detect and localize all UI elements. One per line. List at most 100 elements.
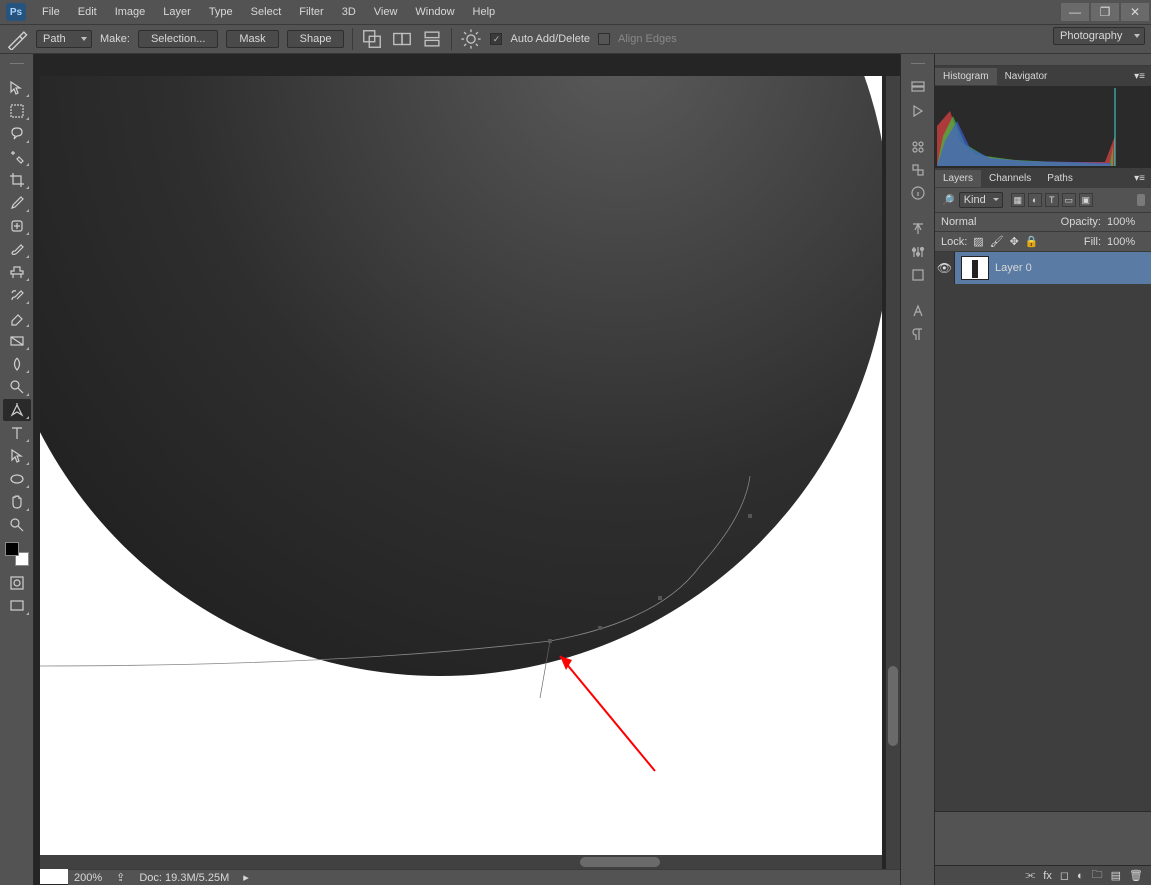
- color-swatches[interactable]: [5, 542, 29, 566]
- lock-pixels-icon[interactable]: 🖌: [990, 235, 1004, 248]
- menu-edit[interactable]: Edit: [70, 2, 105, 22]
- history-brush-tool[interactable]: [3, 284, 31, 306]
- menu-3d[interactable]: 3D: [334, 2, 364, 22]
- menu-filter[interactable]: Filter: [291, 2, 331, 22]
- layer-name[interactable]: Layer 0: [995, 262, 1032, 274]
- canvas[interactable]: [40, 76, 882, 884]
- zoom-level[interactable]: 200%: [74, 872, 102, 884]
- lock-transparent-icon[interactable]: ▨: [973, 235, 983, 248]
- eyedropper-tool[interactable]: [3, 192, 31, 214]
- align-edges-checkbox[interactable]: [598, 33, 610, 45]
- adjustments-panel-icon[interactable]: [904, 241, 932, 263]
- navigator-tab[interactable]: Navigator: [997, 68, 1056, 85]
- filter-adjustment-icon[interactable]: ◐: [1028, 193, 1042, 207]
- layer-mask-icon[interactable]: ◻: [1060, 869, 1069, 882]
- brush-tool[interactable]: [3, 238, 31, 260]
- lock-position-icon[interactable]: ✥: [1010, 235, 1019, 248]
- type-tool[interactable]: [3, 422, 31, 444]
- lock-all-icon[interactable]: 🔒: [1025, 235, 1039, 248]
- menu-help[interactable]: Help: [465, 2, 504, 22]
- blend-mode-dropdown[interactable]: Normal: [941, 216, 1041, 228]
- adjustment-layer-icon[interactable]: ◐: [1077, 870, 1084, 882]
- menu-layer[interactable]: Layer: [155, 2, 199, 22]
- layer-row[interactable]: 👁 Layer 0: [935, 252, 1151, 284]
- quick-selection-tool[interactable]: [3, 146, 31, 168]
- layers-tab[interactable]: Layers: [935, 170, 981, 187]
- panel-menu-icon[interactable]: ▾≡: [1128, 71, 1151, 82]
- ellipse-tool[interactable]: [3, 468, 31, 490]
- menu-image[interactable]: Image: [107, 2, 154, 22]
- tool-mode-dropdown[interactable]: Path: [36, 30, 92, 48]
- layer-filter-dropdown[interactable]: Kind: [959, 192, 1003, 208]
- auto-add-delete-checkbox[interactable]: ✓: [490, 33, 502, 45]
- fill-input[interactable]: 100%: [1107, 236, 1145, 248]
- delete-layer-icon[interactable]: 🗑: [1129, 869, 1143, 882]
- healing-brush-tool[interactable]: [3, 215, 31, 237]
- blur-tool[interactable]: [3, 353, 31, 375]
- menu-view[interactable]: View: [366, 2, 406, 22]
- quick-mask-toggle[interactable]: [3, 572, 31, 594]
- dodge-tool[interactable]: [3, 376, 31, 398]
- path-arrangement-icon[interactable]: [421, 28, 443, 50]
- brush-panel-icon[interactable]: [904, 136, 932, 158]
- gradient-tool[interactable]: [3, 330, 31, 352]
- pen-tool-icon[interactable]: [6, 28, 28, 50]
- channels-tab[interactable]: Channels: [981, 170, 1039, 187]
- screen-mode-toggle[interactable]: [3, 595, 31, 617]
- scroll-thumb[interactable]: [580, 857, 660, 867]
- menu-select[interactable]: Select: [243, 2, 290, 22]
- menu-window[interactable]: Window: [407, 2, 462, 22]
- workspace-dropdown[interactable]: Photography: [1053, 27, 1145, 45]
- menu-file[interactable]: File: [34, 2, 68, 22]
- pen-tool[interactable]: [3, 399, 31, 421]
- move-tool[interactable]: [3, 77, 31, 99]
- panel-collapse-grip[interactable]: [935, 54, 1151, 66]
- foreground-color-swatch[interactable]: [5, 542, 19, 556]
- path-alignment-icon[interactable]: [391, 28, 413, 50]
- horizontal-scrollbar[interactable]: [40, 855, 882, 869]
- layer-group-icon[interactable]: 🗀: [1092, 866, 1103, 885]
- info-panel-icon[interactable]: [904, 182, 932, 204]
- share-icon[interactable]: ⇪: [116, 871, 125, 884]
- panel-grip[interactable]: [901, 58, 934, 68]
- path-operations-icon[interactable]: [361, 28, 383, 50]
- filter-smart-icon[interactable]: ▣: [1079, 193, 1093, 207]
- filter-type-icon[interactable]: T: [1045, 193, 1059, 207]
- make-shape-button[interactable]: Shape: [287, 30, 345, 48]
- clone-source-panel-icon[interactable]: [904, 159, 932, 181]
- eraser-tool[interactable]: [3, 307, 31, 329]
- chevron-right-icon[interactable]: ▸: [243, 871, 249, 884]
- crop-tool[interactable]: [3, 169, 31, 191]
- filter-toggle[interactable]: [1137, 194, 1145, 206]
- link-layers-icon[interactable]: ⫘: [1025, 869, 1035, 882]
- marquee-tool[interactable]: [3, 100, 31, 122]
- character-panel-icon[interactable]: [904, 218, 932, 240]
- actions-panel-icon[interactable]: [904, 100, 932, 122]
- layer-thumbnail[interactable]: [961, 256, 989, 280]
- clone-stamp-tool[interactable]: [3, 261, 31, 283]
- panel-menu-icon[interactable]: ▾≡: [1128, 173, 1151, 184]
- filter-shape-icon[interactable]: ▭: [1062, 193, 1076, 207]
- layer-style-icon[interactable]: fx: [1043, 870, 1052, 882]
- new-layer-icon[interactable]: ▤: [1111, 869, 1121, 882]
- paragraph-panel-icon[interactable]: [904, 323, 932, 345]
- paths-tab[interactable]: Paths: [1039, 170, 1081, 187]
- maximize-button[interactable]: ❐: [1091, 3, 1119, 21]
- menu-type[interactable]: Type: [201, 2, 241, 22]
- close-button[interactable]: ✕: [1121, 3, 1149, 21]
- hand-tool[interactable]: [3, 491, 31, 513]
- make-mask-button[interactable]: Mask: [226, 30, 278, 48]
- minimize-button[interactable]: —: [1061, 3, 1089, 21]
- layer-visibility-icon[interactable]: 👁: [935, 252, 955, 284]
- history-panel-icon[interactable]: [904, 77, 932, 99]
- make-selection-button[interactable]: Selection...: [138, 30, 218, 48]
- gear-icon[interactable]: [460, 28, 482, 50]
- styles-panel-icon[interactable]: [904, 264, 932, 286]
- zoom-tool[interactable]: [3, 514, 31, 536]
- scroll-thumb[interactable]: [888, 666, 898, 746]
- lasso-tool[interactable]: [3, 123, 31, 145]
- path-selection-tool[interactable]: [3, 445, 31, 467]
- filter-pixel-icon[interactable]: ▦: [1011, 193, 1025, 207]
- vertical-scrollbar[interactable]: [886, 76, 900, 884]
- character-styles-icon[interactable]: [904, 300, 932, 322]
